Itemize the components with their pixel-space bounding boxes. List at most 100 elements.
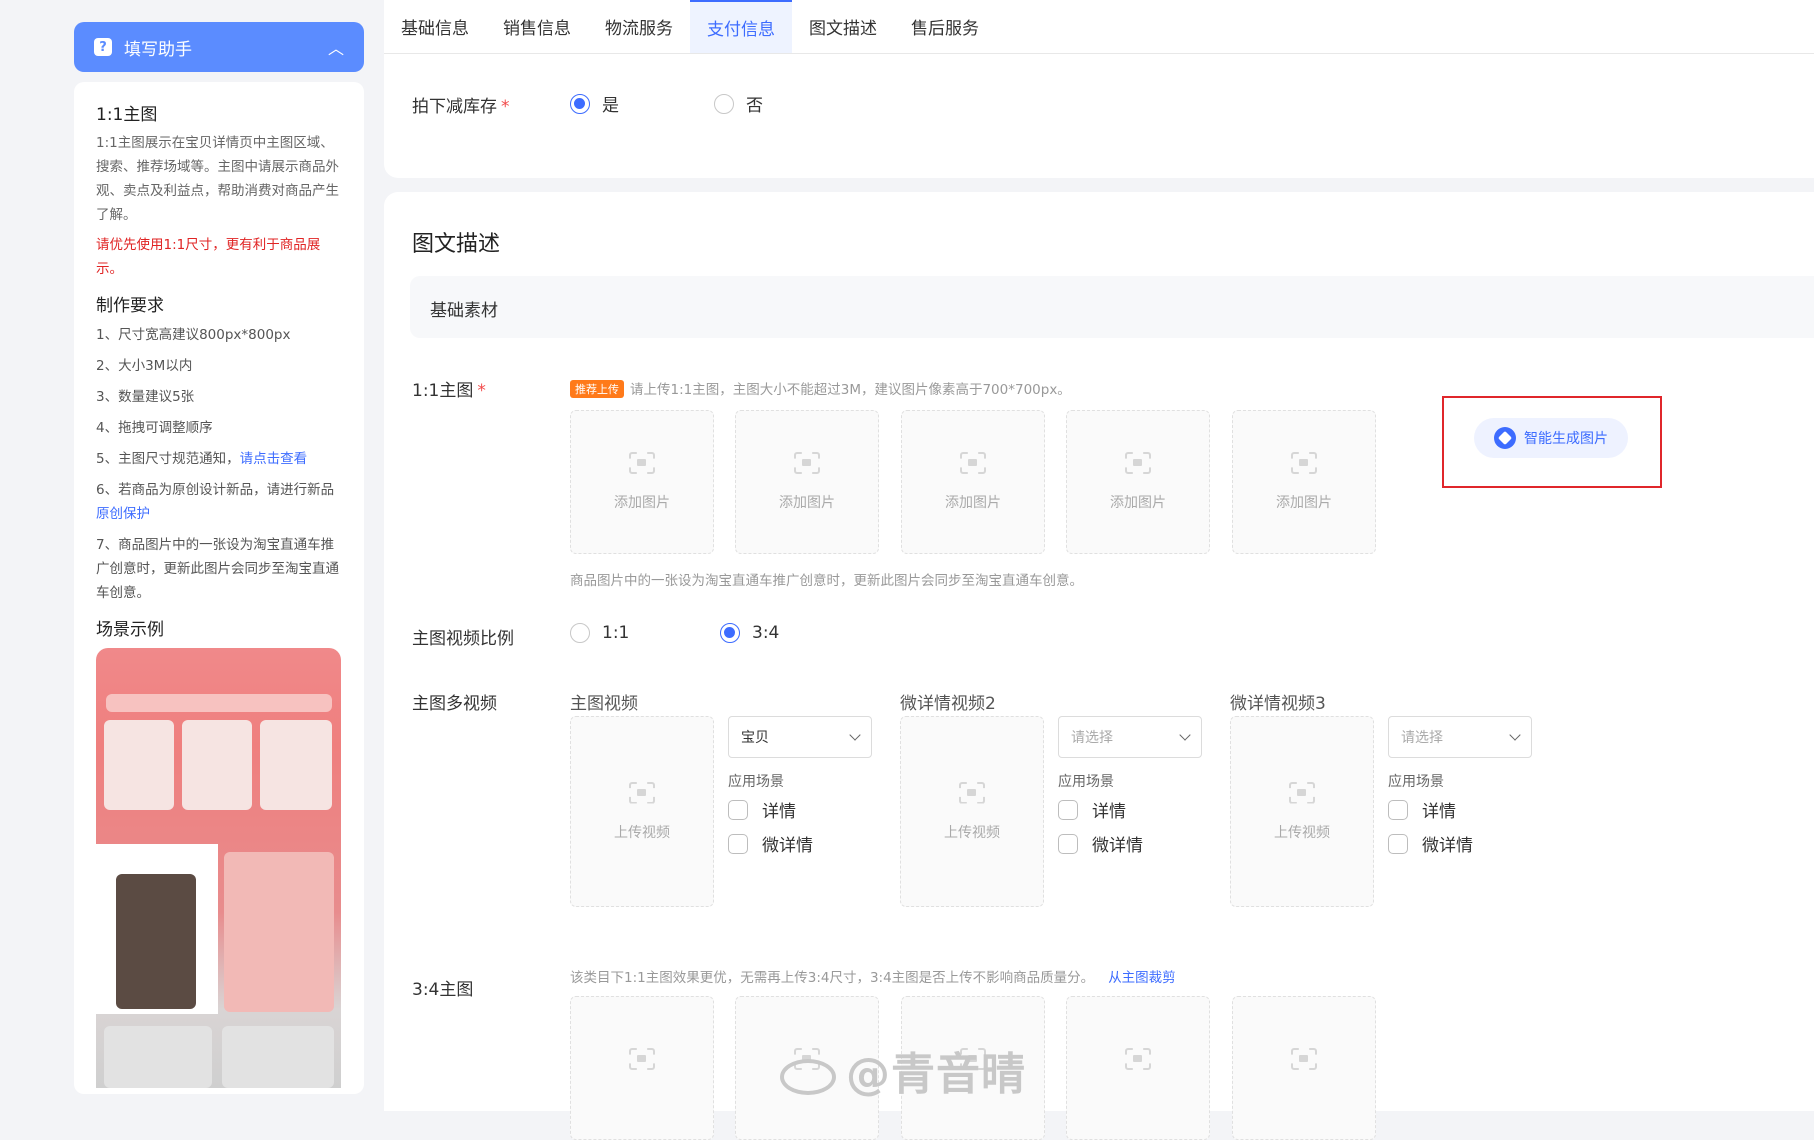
scene-example-title: 场景示例	[96, 620, 164, 640]
original-protection-link[interactable]: 原创保护	[96, 506, 150, 522]
view-spec-link[interactable]: 请点击查看	[240, 451, 308, 467]
video-type-select[interactable]: 请选择	[1388, 716, 1532, 758]
add-image-slot[interactable]: 添加图片	[735, 410, 879, 554]
checkbox-icon	[1058, 833, 1078, 854]
main-image-tip-text: 请上传1:1主图，主图大小不能超过3M，建议图片像素高于700*700px。	[630, 382, 1071, 398]
video-title: 主图视频	[570, 694, 638, 714]
main-image-tip: 推荐上传 请上传1:1主图，主图大小不能超过3M，建议图片像素高于700*700p…	[570, 378, 1071, 398]
add-image-icon	[960, 452, 986, 474]
checkbox-label: 详情	[1422, 802, 1456, 822]
add-34-image-slot[interactable]	[1232, 996, 1376, 1140]
checkbox-micro-detail[interactable]: 微详情	[1058, 831, 1143, 856]
video-ratio-1-1[interactable]: 1:1	[570, 623, 629, 643]
checkbox-detail[interactable]: 详情	[1058, 797, 1126, 822]
add-image-text: 添加图片	[1110, 495, 1166, 511]
add-34-image-slot[interactable]	[1066, 996, 1210, 1140]
helper-sidebar: ? 填写助手 ︿ 1:1主图 1:1主图展示在宝贝详情页中主图区域、搜索、推荐场…	[74, 22, 364, 1094]
checkbox-label: 详情	[762, 802, 796, 822]
scene-label: 应用场景	[1058, 774, 1114, 790]
question-icon: ?	[94, 38, 112, 56]
add-image-icon	[1291, 1048, 1317, 1070]
radio-selected-icon	[570, 93, 590, 114]
requirements-title: 制作要求	[96, 296, 164, 316]
chevron-down-icon	[849, 729, 861, 741]
select-value: 请选择	[1071, 730, 1113, 746]
tab-payment-info[interactable]: 支付信息	[690, 0, 792, 53]
basic-materials-title: 基础素材	[430, 301, 498, 321]
stock-label: 拍下减库存 *	[412, 97, 510, 117]
chevron-down-icon	[1179, 729, 1191, 741]
recommend-badge: 推荐上传	[570, 380, 624, 398]
video-ratio-3-4[interactable]: 3:4	[720, 623, 779, 643]
requirement-item: 1、尺寸宽高建议800px*800px	[96, 327, 291, 343]
add-image-icon	[794, 452, 820, 474]
upload-video-icon	[629, 782, 655, 804]
checkbox-icon	[1388, 833, 1408, 854]
tab-basic-info[interactable]: 基础信息	[384, 0, 486, 53]
requirement-text: 5、主图尺寸规范通知，	[96, 451, 240, 467]
helper-body: 1:1主图 1:1主图展示在宝贝详情页中主图区域、搜索、推荐场域等。主图中请展示…	[74, 82, 364, 1094]
checkbox-micro-detail[interactable]: 微详情	[1388, 831, 1473, 856]
radio-label: 否	[746, 96, 763, 116]
chevron-up-icon[interactable]: ︿	[328, 35, 344, 59]
select-value: 请选择	[1401, 730, 1443, 746]
stock-radio-yes[interactable]: 是	[570, 91, 619, 116]
checkbox-icon	[1388, 799, 1408, 820]
upload-video-text: 上传视频	[1274, 824, 1330, 841]
tab-logistics[interactable]: 物流服务	[588, 0, 690, 53]
upload-video-slot[interactable]: 上传视频	[1230, 716, 1374, 907]
ai-generate-label: 智能生成图片	[1524, 431, 1608, 447]
add-image-icon	[1125, 1048, 1151, 1070]
requirement-item: 6、若商品为原创设计新品，请进行新品原创保护	[96, 478, 342, 526]
section-title: 图文描述	[412, 232, 501, 257]
add-34-image-slot[interactable]	[570, 996, 714, 1140]
add-image-slot[interactable]: 添加图片	[901, 410, 1045, 554]
watermark-text: @青音晴	[846, 1049, 1026, 1100]
stock-radio-no[interactable]: 否	[714, 91, 763, 116]
video-title: 微详情视频3	[1230, 694, 1326, 714]
add-image-icon	[629, 452, 655, 474]
payment-card	[384, 54, 1814, 178]
video-ratio-label: 主图视频比例	[412, 629, 514, 649]
video-type-select[interactable]: 宝贝	[728, 716, 872, 758]
video-type-select[interactable]: 请选择	[1058, 716, 1202, 758]
helper-header[interactable]: ? 填写助手 ︿	[74, 22, 364, 72]
add-image-text: 添加图片	[614, 495, 670, 511]
weibo-logo-icon	[780, 1059, 836, 1095]
checkbox-micro-detail[interactable]: 微详情	[728, 831, 813, 856]
upload-video-slot[interactable]: 上传视频	[570, 716, 714, 907]
video-title: 微详情视频2	[900, 694, 996, 714]
ai-sparkle-icon	[1494, 427, 1516, 449]
checkbox-icon	[1058, 799, 1078, 820]
radio-empty-icon	[570, 623, 590, 643]
basic-materials-bar: 基础素材	[410, 276, 1814, 338]
tab-after-sales[interactable]: 售后服务	[894, 0, 996, 53]
checkbox-detail[interactable]: 详情	[1388, 797, 1456, 822]
upload-video-slot[interactable]: 上传视频	[900, 716, 1044, 907]
watermark: @青音晴	[780, 1038, 1026, 1102]
radio-selected-icon	[720, 623, 740, 643]
requirement-item: 4、拖拽可调整顺序	[96, 420, 213, 436]
add-image-text: 添加图片	[1276, 495, 1332, 511]
checkbox-label: 详情	[1092, 802, 1126, 822]
checkbox-icon	[728, 833, 748, 854]
add-image-slot[interactable]: 添加图片	[570, 410, 714, 554]
add-image-text: 添加图片	[945, 495, 1001, 511]
upload-video-icon	[959, 782, 985, 804]
select-value: 宝贝	[741, 730, 769, 746]
radio-label: 是	[602, 96, 619, 116]
upload-video-text: 上传视频	[614, 824, 670, 841]
crop-from-main-link[interactable]: 从主图裁剪	[1108, 970, 1176, 986]
section-tabs: 基础信息 销售信息 物流服务 支付信息 图文描述 售后服务	[384, 0, 1814, 54]
add-image-slot[interactable]: 添加图片	[1232, 410, 1376, 554]
checkbox-detail[interactable]: 详情	[728, 797, 796, 822]
scene-label: 应用场景	[728, 774, 784, 790]
upload-video-icon	[1289, 782, 1315, 804]
tab-description[interactable]: 图文描述	[792, 0, 894, 53]
requirement-item: 7、商品图片中的一张设为淘宝直通车推广创意时，更新此图片会同步至淘宝直通车创意。	[96, 537, 339, 601]
tab-sales-info[interactable]: 销售信息	[486, 0, 588, 53]
add-image-icon	[629, 1048, 655, 1070]
checkbox-label: 微详情	[1092, 836, 1143, 856]
add-image-slot[interactable]: 添加图片	[1066, 410, 1210, 554]
ai-generate-button[interactable]: 智能生成图片	[1474, 418, 1628, 458]
